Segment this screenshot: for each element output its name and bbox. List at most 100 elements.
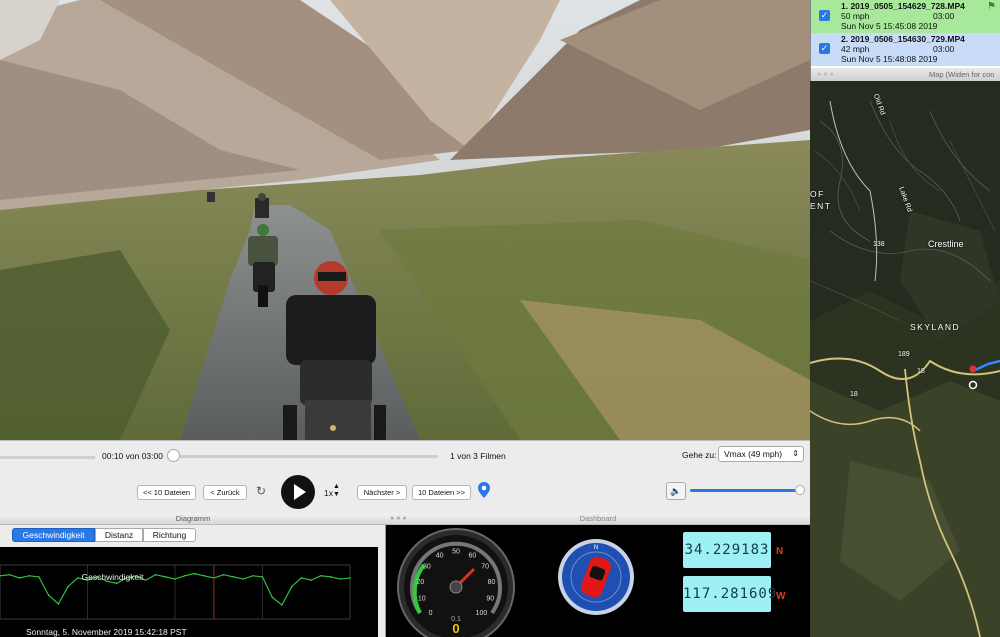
dashboard-panel: Dashboard ●●● 0 10 20 30 40 50 60 70 80 90 100 0.1… [386, 513, 810, 637]
file-row[interactable]: ✓ 1. 2019_0505_154629_728.MP4 50 mph 03:… [811, 0, 1000, 33]
gauge-tick-label: 0 [429, 610, 433, 617]
speed-point [300, 577, 302, 579]
goto-label: Gehe zu: [682, 450, 717, 460]
map-label: Crestline [928, 239, 964, 249]
video-viewport[interactable] [0, 0, 810, 440]
back-10-files-button[interactable]: << 10 Dateien [137, 485, 196, 500]
film-count: 1 von 3 Filmen [450, 451, 506, 461]
file-duration: 03:00 [933, 11, 955, 21]
map-label: 18 [850, 391, 858, 398]
next-10-files-button[interactable]: 10 Dateien >> [412, 485, 471, 500]
seek-slider[interactable] [172, 455, 438, 458]
start-marker [969, 365, 977, 373]
next-button[interactable]: Nächster > [357, 485, 407, 500]
refresh-icon[interactable]: ↻ [256, 484, 266, 498]
window-buttons[interactable]: ●●● [390, 515, 409, 522]
gauge-tick-label: 30 [423, 563, 431, 570]
chart-title: Geschwindigkeit [81, 572, 144, 582]
time-display: 00:10 von 03:00 [102, 451, 163, 461]
speed-point [320, 575, 322, 577]
chart-date: Sonntag, 5. November 2019 15:42:18 PST [26, 627, 187, 637]
file-duration: 03:00 [933, 44, 955, 54]
map-label: ENT [810, 201, 832, 211]
speed-point [232, 576, 234, 578]
map-label: OF [810, 189, 825, 199]
file-speed: 42 mph [841, 44, 870, 54]
speed-point [271, 596, 273, 598]
speed-point [281, 604, 283, 606]
file-name: 2. 2019_0506_154630_729.MP4 [841, 34, 965, 44]
playback-speed: 1x [324, 488, 333, 498]
speed-point [291, 586, 293, 588]
map-label: 138 [873, 241, 885, 248]
goto-select-value: Vmax (49 mph) [724, 449, 783, 459]
file-date: Sun Nov 5 15:45:08 2019 [841, 21, 938, 31]
map-image [810, 81, 1000, 637]
gauge-tick-label: 70 [481, 563, 489, 570]
map-label: 18 [917, 368, 925, 375]
speed-point [261, 576, 264, 578]
panel-title: Dashboard [386, 513, 810, 525]
file-speed: 50 mph [841, 11, 870, 21]
speedometer: 0102030405060708090100 0.1 0 [397, 528, 515, 637]
longitude-direction: W [776, 591, 786, 602]
speed-point [339, 578, 341, 580]
back-button[interactable]: < Zurück [203, 485, 247, 500]
chevron-updown-icon: ⇕ [792, 449, 799, 458]
file-row[interactable]: ✓ 2. 2019_0506_154630_729.MP4 42 mph 03:… [811, 33, 1000, 66]
checkbox[interactable]: ✓ [819, 10, 830, 21]
speed-point [57, 603, 59, 605]
file-name: 1. 2019_0505_154629_728.MP4 [841, 1, 965, 11]
map-label: 189 [898, 351, 910, 358]
gauge-tick-label: 90 [486, 596, 494, 603]
speed-stepper[interactable]: ▲ ▼ [333, 483, 343, 501]
volume-slider[interactable] [690, 489, 800, 492]
speed-point [310, 579, 312, 581]
svg-text:N: N [594, 545, 598, 551]
video-frame [0, 0, 810, 440]
speed-point [242, 578, 244, 580]
tab-direction[interactable]: Richtung [143, 528, 196, 542]
gauge-tick-label: 50 [452, 549, 460, 556]
gauge-tick-label: 60 [468, 552, 476, 559]
seek-slider-knob[interactable] [167, 449, 180, 462]
volume-icon[interactable]: 🔈 [666, 482, 686, 500]
satellite-map[interactable]: OF ENT Crestline SKYLAND 138 18 18 189 O… [810, 81, 1000, 637]
longitude-display: 117.281609 [683, 576, 776, 612]
speed-point [48, 594, 50, 596]
tab-distance[interactable]: Distanz [95, 528, 143, 542]
map-label: SKYLAND [910, 322, 961, 332]
app-window: ✓ 1. 2019_0505_154629_728.MP4 50 mph 03:… [0, 0, 1000, 637]
speed-point [67, 586, 69, 588]
gauge-tick-label: 40 [436, 552, 444, 559]
map-titlebar[interactable]: ●●● Map (Widen for con [810, 68, 1000, 81]
flag-icon: ⚑ [987, 1, 996, 12]
map-pin-icon[interactable] [478, 482, 490, 498]
gauge-value: 0 [452, 621, 459, 636]
timeline-bar[interactable] [0, 456, 95, 459]
speed-point [252, 575, 254, 577]
goto-select[interactable]: Vmax (49 mph) ⇕ [718, 446, 804, 462]
play-button[interactable] [281, 475, 315, 509]
tab-speed[interactable]: Geschwindigkeit [12, 528, 95, 542]
file-date: Sun Nov 5 15:48:08 2019 [841, 54, 938, 64]
latitude-display: 34.229183 [683, 532, 771, 568]
diagram-panel: Diagramm Geschwindigkeit Distanz Richtun… [0, 513, 386, 637]
latitude-direction: N [776, 546, 784, 557]
file-list: ✓ 1. 2019_0505_154629_728.MP4 50 mph 03:… [810, 0, 1000, 68]
gauge-tick-label: 80 [488, 579, 496, 586]
gauge-tick-label: 10 [418, 596, 426, 603]
window-buttons[interactable]: ●●● [817, 71, 836, 78]
panel-title: Diagramm [0, 513, 386, 525]
map-title: Map (Widen for con [929, 70, 995, 79]
gauge-tick-label: 20 [417, 579, 425, 586]
speed-point [116, 582, 118, 584]
speed-point [349, 577, 351, 579]
speed-chart[interactable]: Geschwindigkeit Sonntag, 5. November 201… [0, 547, 378, 637]
volume-slider-knob[interactable] [795, 485, 805, 495]
speed-point [329, 576, 332, 578]
compass: N [558, 539, 634, 615]
speed-chart-svg [0, 564, 351, 620]
checkbox[interactable]: ✓ [819, 43, 830, 54]
player-controls: 00:10 von 03:00 1 von 3 Filmen Gehe zu: … [0, 440, 810, 513]
